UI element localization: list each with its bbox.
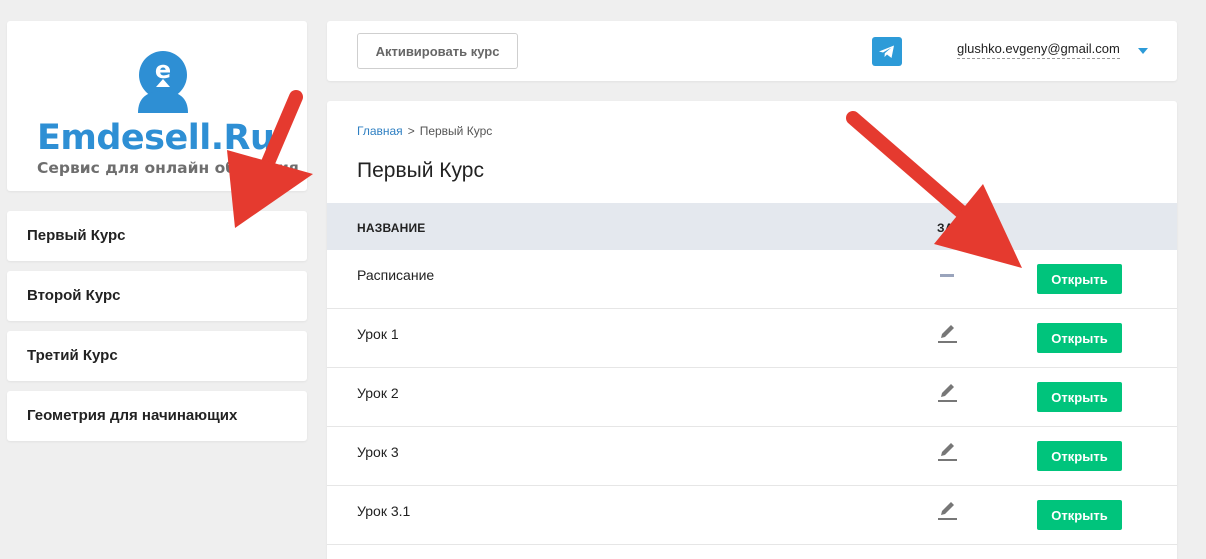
open-button[interactable]: Открыть — [1037, 441, 1122, 471]
sidebar-item-course-1[interactable]: Первый Курс — [7, 211, 307, 261]
table-row: Расписание Открыть — [327, 250, 1177, 309]
logo-subtitle: Сервис для онлайн обучения — [37, 159, 299, 177]
logo-text: Emdesell.Ru — [37, 118, 275, 158]
page-title: Первый Курс — [357, 159, 484, 182]
sidebar-item-geometry[interactable]: Геометрия для начинающих — [7, 391, 307, 441]
user-menu[interactable]: glushko.evgeny@gmail.com — [957, 41, 1148, 63]
top-bar: Активировать курс glushko.evgeny@gmail.c… — [327, 21, 1177, 81]
pencil-icon[interactable] — [935, 380, 959, 404]
caret-down-icon[interactable] — [1138, 48, 1148, 54]
pencil-icon[interactable] — [935, 498, 959, 522]
table-row: Урок 2 Открыть — [327, 368, 1177, 427]
table-row: Урок 3.1 Открыть — [327, 486, 1177, 545]
table-header: НАЗВАНИЕ ЗАД — [327, 203, 1177, 250]
lesson-name[interactable]: Урок 2 — [357, 368, 399, 418]
column-header-name: НАЗВАНИЕ — [357, 221, 426, 235]
lesson-name[interactable]: Урок 3 — [357, 427, 399, 477]
open-button[interactable]: Открыть — [1037, 500, 1122, 530]
sidebar-item-label: Второй Курс — [27, 287, 121, 304]
lesson-name[interactable]: Урок 3.1 — [357, 486, 410, 536]
lesson-name[interactable]: Расписание — [357, 250, 434, 300]
table-row: Урок 1 Открыть — [327, 309, 1177, 368]
pencil-icon[interactable] — [935, 439, 959, 463]
open-button[interactable]: Открыть — [1037, 264, 1122, 294]
main-content: Главная > Первый Курс Первый Курс НАЗВАНИЕ… — [327, 101, 1177, 559]
pencil-icon[interactable] — [935, 321, 959, 345]
sidebar-item-label: Третий Курс — [27, 347, 118, 364]
svg-text:e: e — [155, 56, 171, 84]
sidebar-item-label: Первый Курс — [27, 227, 126, 244]
open-button[interactable]: Открыть — [1037, 382, 1122, 412]
dash-icon — [940, 274, 954, 277]
column-header-tasks: ЗАД — [937, 221, 963, 235]
breadcrumb-home-link[interactable]: Главная — [357, 124, 403, 138]
open-button[interactable]: Открыть — [1037, 323, 1122, 353]
telegram-icon — [879, 45, 894, 58]
sidebar-item-label: Геометрия для начинающих — [27, 407, 238, 424]
logo-avatar-icon: e — [138, 51, 188, 113]
user-email[interactable]: glushko.evgeny@gmail.com — [957, 41, 1120, 59]
logo-card[interactable]: e Emdesell.Ru Сервис для онлайн обучения — [7, 21, 307, 191]
breadcrumb-current: Первый Курс — [419, 124, 493, 138]
telegram-button[interactable] — [872, 37, 902, 66]
sidebar-item-course-3[interactable]: Третий Курс — [7, 331, 307, 381]
breadcrumb: Главная > Первый Курс — [357, 124, 492, 138]
breadcrumb-separator: > — [407, 124, 415, 138]
table-row: Урок 3 Открыть — [327, 427, 1177, 486]
lesson-name[interactable]: Урок 1 — [357, 309, 399, 359]
activate-course-button[interactable]: Активировать курс — [357, 33, 518, 69]
sidebar-item-course-2[interactable]: Второй Курс — [7, 271, 307, 321]
